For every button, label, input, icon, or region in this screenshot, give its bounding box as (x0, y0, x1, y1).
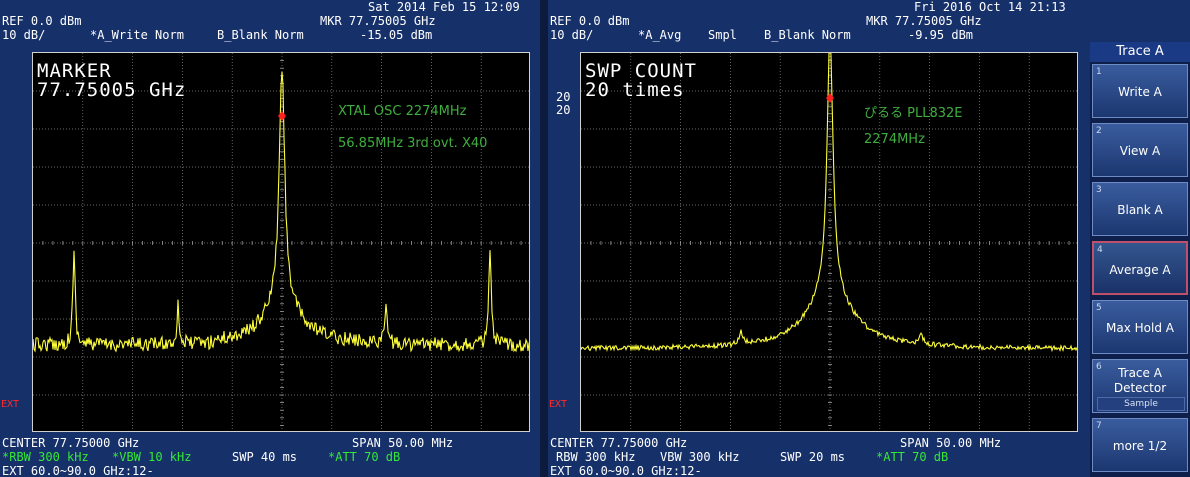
trace-b-mode: B_Blank Norm (217, 28, 304, 42)
ext-mixer-range: EXT 60.0~90.0 GHz:12- (2, 464, 154, 477)
softkey-view-a[interactable]: 2 View A (1092, 123, 1188, 177)
graticule-lines (581, 53, 1077, 431)
softkey-menu-title: Trace A (1090, 42, 1190, 62)
datetime: Sat 2014 Feb 15 12:09 (368, 0, 520, 14)
left-analyzer-screen: Sat 2014 Feb 15 12:09 REF 0.0 dBm 10 dB/… (0, 0, 540, 477)
softkey-label-line1: Trace A (1118, 366, 1162, 380)
softkey-number: 1 (1096, 67, 1102, 77)
softkey-label: more 1/2 (1112, 439, 1168, 453)
softkey-number: 5 (1096, 303, 1102, 313)
marker-level: -9.95 dBm (908, 28, 974, 42)
ref-level: REF 0.0 dBm (550, 14, 630, 28)
marker-icon (278, 111, 286, 121)
span: SPAN 50.00 MHz (900, 436, 1002, 450)
average-count-bottom: 20 (556, 103, 571, 117)
spectrum-graticule: SWP COUNT 20 times ぴるる PLL832E 2274MHz (580, 52, 1078, 432)
center-frequency: CENTER 77.75000 GHz (2, 436, 140, 450)
ext-indicator: EXT (1, 399, 20, 410)
softkey-write-a[interactable]: 1 Write A (1092, 64, 1188, 118)
softkey-number: 2 (1096, 126, 1102, 136)
marker-level: -15.05 dBm (360, 28, 433, 42)
attenuation: *ATT 70 dB (876, 450, 949, 464)
softkey-label: Blank A (1117, 203, 1163, 217)
softkey-trace-a-detector[interactable]: 6 Trace A Detector Sample (1092, 359, 1188, 413)
softkey-average-a[interactable]: 4 Average A (1092, 241, 1188, 295)
detector-value: Sample (1097, 397, 1185, 411)
softkey-label: Average A (1109, 263, 1171, 277)
annotation-frequency: 2274MHz (864, 132, 925, 147)
softkey-number: 7 (1096, 421, 1102, 431)
softkey-blank-a[interactable]: 3 Blank A (1092, 182, 1188, 236)
trace-b-mode: B_Blank Norm (764, 28, 851, 42)
attenuation: *ATT 70 dB (328, 450, 401, 464)
softkey-label-line2: Detector (1113, 381, 1167, 395)
trace-a-mode: *A_Avg (638, 28, 682, 42)
marker-frequency: MKR 77.75005 GHz (320, 14, 436, 28)
marker-frequency-large: 77.75005 GHz (37, 79, 187, 101)
ref-level: REF 0.0 dBm (2, 14, 82, 28)
right-analyzer-screen: Fri 2016 Oct 14 21:13 REF 0.0 dBm 10 dB/… (548, 0, 1088, 477)
span: SPAN 50.00 MHz (352, 436, 454, 450)
center-frequency: CENTER 77.75000 GHz (550, 436, 688, 450)
spectrum-graticule: MARKER 77.75005 GHz XTAL OSC 2274MHz 56.… (32, 52, 530, 432)
ext-mixer-range: EXT 60.0~90.0 GHz:12- (550, 464, 702, 477)
sweep-time: SWP 20 ms (780, 450, 846, 464)
softkey-panel: Trace A 1 Write A 2 View A 3 Blank A 4 A… (1090, 42, 1190, 477)
vbw: VBW 300 kHz (660, 450, 740, 464)
softkey-number: 3 (1096, 185, 1102, 195)
annotation-overtone: 56.85MHz 3rd ovt. X40 (338, 136, 488, 151)
vbw: *VBW 10 kHz (112, 450, 192, 464)
softkey-number: 4 (1097, 245, 1103, 255)
annotation-oscillator: XTAL OSC 2274MHz (338, 104, 467, 119)
sweep-count-value: 20 times (585, 79, 685, 101)
marker-frequency: MKR 77.75005 GHz (866, 14, 982, 28)
rbw: *RBW 300 kHz (2, 450, 89, 464)
softkey-max-hold-a[interactable]: 5 Max Hold A (1092, 300, 1188, 354)
average-count-top: 20 (556, 90, 571, 104)
rbw: RBW 300 kHz (556, 450, 636, 464)
scale: 10 dB/ (2, 28, 46, 42)
softkey-label: Write A (1118, 85, 1162, 99)
sweep-time: SWP 40 ms (232, 450, 298, 464)
softkey-more[interactable]: 7 more 1/2 (1092, 418, 1188, 472)
scale: 10 dB/ (550, 28, 594, 42)
softkey-label: View A (1119, 144, 1161, 158)
detector-mode: Smpl (708, 28, 737, 42)
ext-indicator: EXT (549, 399, 568, 410)
screen-divider (540, 0, 548, 477)
datetime: Fri 2016 Oct 14 21:13 (914, 0, 1066, 14)
trace-a-mode: *A_Write Norm (90, 28, 184, 42)
softkey-label: Max Hold A (1106, 321, 1174, 335)
annotation-pll: ぴるる PLL832E (864, 106, 963, 121)
marker-icon (826, 93, 834, 103)
spectrum-plot (581, 53, 1077, 431)
